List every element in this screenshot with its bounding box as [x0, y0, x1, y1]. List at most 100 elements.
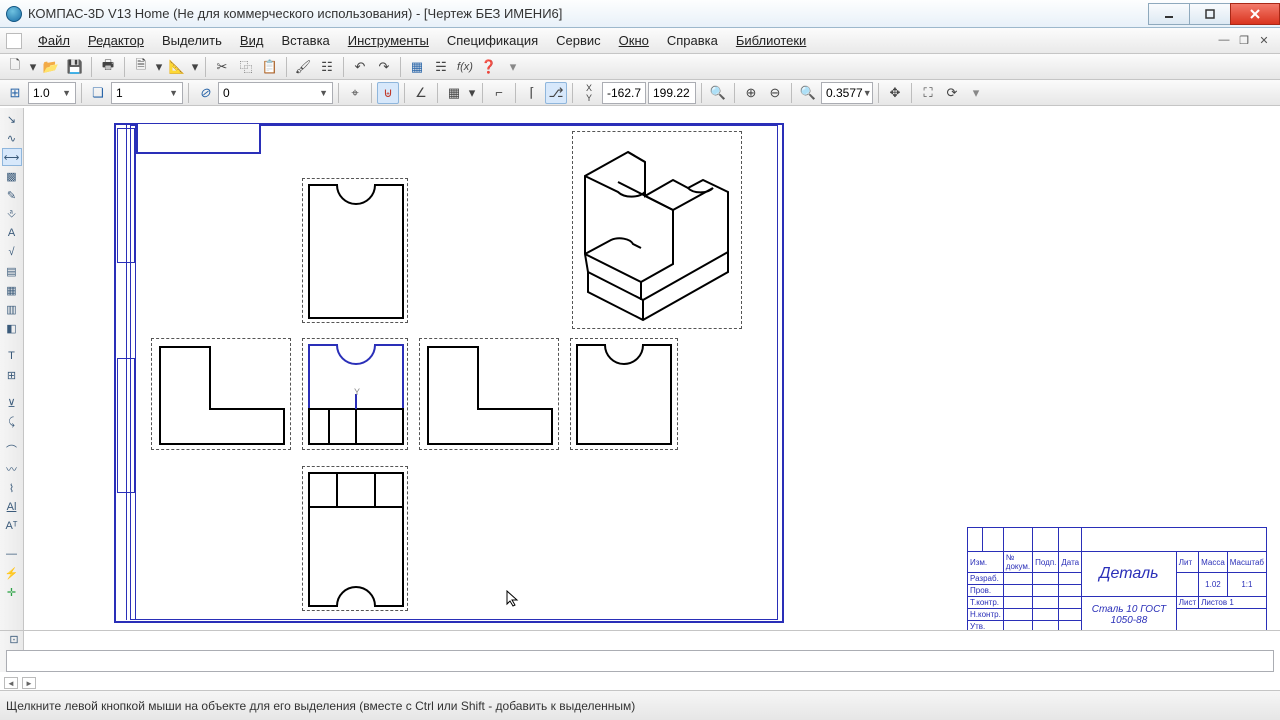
edit-icon[interactable]: ✎ — [2, 186, 22, 204]
menu-service[interactable]: Сервис — [548, 30, 609, 51]
menu-insert[interactable]: Вставка — [273, 30, 337, 51]
hatch-icon[interactable]: ▩ — [2, 167, 22, 185]
zoom-window-icon[interactable]: 🔍 — [707, 82, 729, 104]
variables-icon[interactable]: ☵ — [430, 56, 452, 78]
style-icon[interactable]: ⊘ — [194, 82, 216, 104]
rough-icon[interactable]: √ — [2, 243, 22, 261]
view-4[interactable] — [570, 338, 678, 450]
document-icon[interactable] — [6, 33, 22, 49]
pan-icon[interactable]: ✥ — [884, 82, 906, 104]
geometry-icon[interactable]: ↘ — [2, 110, 22, 128]
close-button[interactable] — [1230, 3, 1280, 25]
menu-editor[interactable]: Редактор — [80, 30, 152, 51]
arc-icon[interactable]: ⌒ — [2, 441, 22, 459]
text-icon[interactable]: T — [2, 347, 22, 365]
round-icon[interactable]: ⌈ — [521, 82, 543, 104]
properties-icon[interactable]: ☷ — [316, 56, 338, 78]
menu-help[interactable]: Справка — [659, 30, 726, 51]
refresh-icon[interactable]: ⟳ — [941, 82, 963, 104]
view-top[interactable] — [302, 178, 408, 323]
ortho-icon[interactable]: ⌐ — [488, 82, 510, 104]
table2-icon[interactable]: ⊞ — [2, 366, 22, 384]
current-state-icon[interactable]: ⊞ — [4, 82, 26, 104]
view-iso[interactable] — [572, 131, 742, 329]
view-bottom[interactable] — [302, 466, 408, 611]
magnet-icon[interactable]: ⊎ — [377, 82, 399, 104]
mdi-minimize[interactable]: — — [1216, 34, 1232, 47]
lineweight-dropdown[interactable]: 1.0▼ — [28, 82, 76, 104]
minimize-button[interactable] — [1148, 3, 1190, 25]
property-input[interactable] — [6, 650, 1274, 672]
mdi-close[interactable]: ✕ — [1256, 34, 1272, 47]
paste-icon[interactable]: 📋 — [259, 56, 281, 78]
base-icon[interactable]: ⊻ — [2, 394, 22, 412]
copy-icon[interactable]: ⿻ — [235, 56, 257, 78]
style-dropdown[interactable]: 0▼ — [218, 82, 333, 104]
zoom-dropdown[interactable]: 0.3577▼ — [821, 82, 873, 104]
layer-dropdown[interactable]: 1▼ — [111, 82, 183, 104]
layers-icon[interactable]: ❏ — [87, 82, 109, 104]
minus-icon[interactable]: — — [2, 545, 22, 563]
spec2-icon[interactable]: ▥ — [2, 300, 22, 318]
new-drop-icon[interactable]: ▾ — [28, 56, 38, 78]
zoom-scale-icon[interactable]: 🔍 — [797, 82, 819, 104]
dimensions-icon[interactable]: ⟷ — [2, 148, 22, 166]
view-3[interactable] — [419, 338, 559, 450]
menu-file[interactable]: Файл — [30, 30, 78, 51]
at-icon[interactable]: Aᵀ — [2, 517, 22, 535]
coord-x-input[interactable]: -162.7 — [602, 82, 646, 104]
grid-icon[interactable]: ▦ — [443, 82, 465, 104]
brush-icon[interactable]: 🖌 — [292, 56, 314, 78]
tab-left[interactable]: ◄ — [4, 677, 18, 689]
drawing-canvas[interactable]: Y Изм. № докум. — [24, 108, 1280, 630]
local-cs-icon[interactable]: ⎇ — [545, 82, 567, 104]
prop-icon-1[interactable]: ⊡ — [4, 630, 24, 648]
table-icon[interactable]: ▤ — [2, 262, 22, 280]
fit-icon[interactable]: ⛶ — [917, 82, 939, 104]
break-icon[interactable]: ⌇ — [2, 479, 22, 497]
annot-icon[interactable]: A — [2, 224, 22, 242]
maximize-button[interactable] — [1189, 3, 1231, 25]
view-1[interactable] — [151, 338, 291, 450]
print-icon[interactable]: 🖶 — [97, 56, 119, 78]
menu-tools[interactable]: Инструменты — [340, 30, 437, 51]
report-icon[interactable]: ◧ — [2, 319, 22, 337]
menu-select[interactable]: Выделить — [154, 30, 230, 51]
manager-icon[interactable]: ▦ — [406, 56, 428, 78]
title-block[interactable]: Изм. № докум. Подп. Дата Деталь Лит Масс… — [967, 527, 1267, 629]
bolt-icon[interactable]: ⚡ — [2, 564, 22, 582]
curve-icon[interactable]: ∿ — [2, 129, 22, 147]
plus-icon[interactable]: ✛ — [2, 583, 22, 601]
new-icon[interactable]: 🗋 — [4, 56, 26, 78]
view-2-active[interactable]: Y — [302, 338, 408, 450]
grid-drop[interactable]: ▾ — [467, 82, 477, 104]
wave-icon[interactable]: 〰 — [2, 460, 22, 478]
preview-drop[interactable]: ▾ — [154, 56, 164, 78]
menu-window[interactable]: Окно — [611, 30, 657, 51]
zoom-in-icon[interactable]: ⊕ — [740, 82, 762, 104]
tab-right[interactable]: ► — [22, 677, 36, 689]
menu-view[interactable]: Вид — [232, 30, 272, 51]
spec-icon[interactable]: ▦ — [2, 281, 22, 299]
menu-spec[interactable]: Спецификация — [439, 30, 546, 51]
cut-icon[interactable]: ✂ — [211, 56, 233, 78]
leader-icon[interactable]: ⤹ — [2, 413, 22, 431]
drawing-icon[interactable]: 📐 — [166, 56, 188, 78]
menu-libs[interactable]: Библиотеки — [728, 30, 814, 51]
open-icon[interactable]: 📂 — [40, 56, 62, 78]
param-icon[interactable]: ⎀ — [2, 205, 22, 223]
angle-icon[interactable]: ∠ — [410, 82, 432, 104]
undo-icon[interactable]: ↶ — [349, 56, 371, 78]
fx-icon[interactable]: f(x) — [454, 56, 476, 78]
toolbar-drop[interactable]: ▾ — [502, 56, 524, 78]
snap-toggle-icon[interactable]: ⌖ — [344, 82, 366, 104]
coord-y-input[interactable]: 199.22 — [648, 82, 696, 104]
save-icon[interactable]: 💾 — [64, 56, 86, 78]
al-icon[interactable]: Al — [2, 498, 22, 516]
toolbar2-drop[interactable]: ▾ — [965, 82, 987, 104]
help-context-icon[interactable]: ❓ — [478, 56, 500, 78]
drawing-drop[interactable]: ▾ — [190, 56, 200, 78]
zoom-out-icon[interactable]: ⊖ — [764, 82, 786, 104]
mdi-restore[interactable]: ❐ — [1236, 34, 1252, 47]
redo-icon[interactable]: ↷ — [373, 56, 395, 78]
